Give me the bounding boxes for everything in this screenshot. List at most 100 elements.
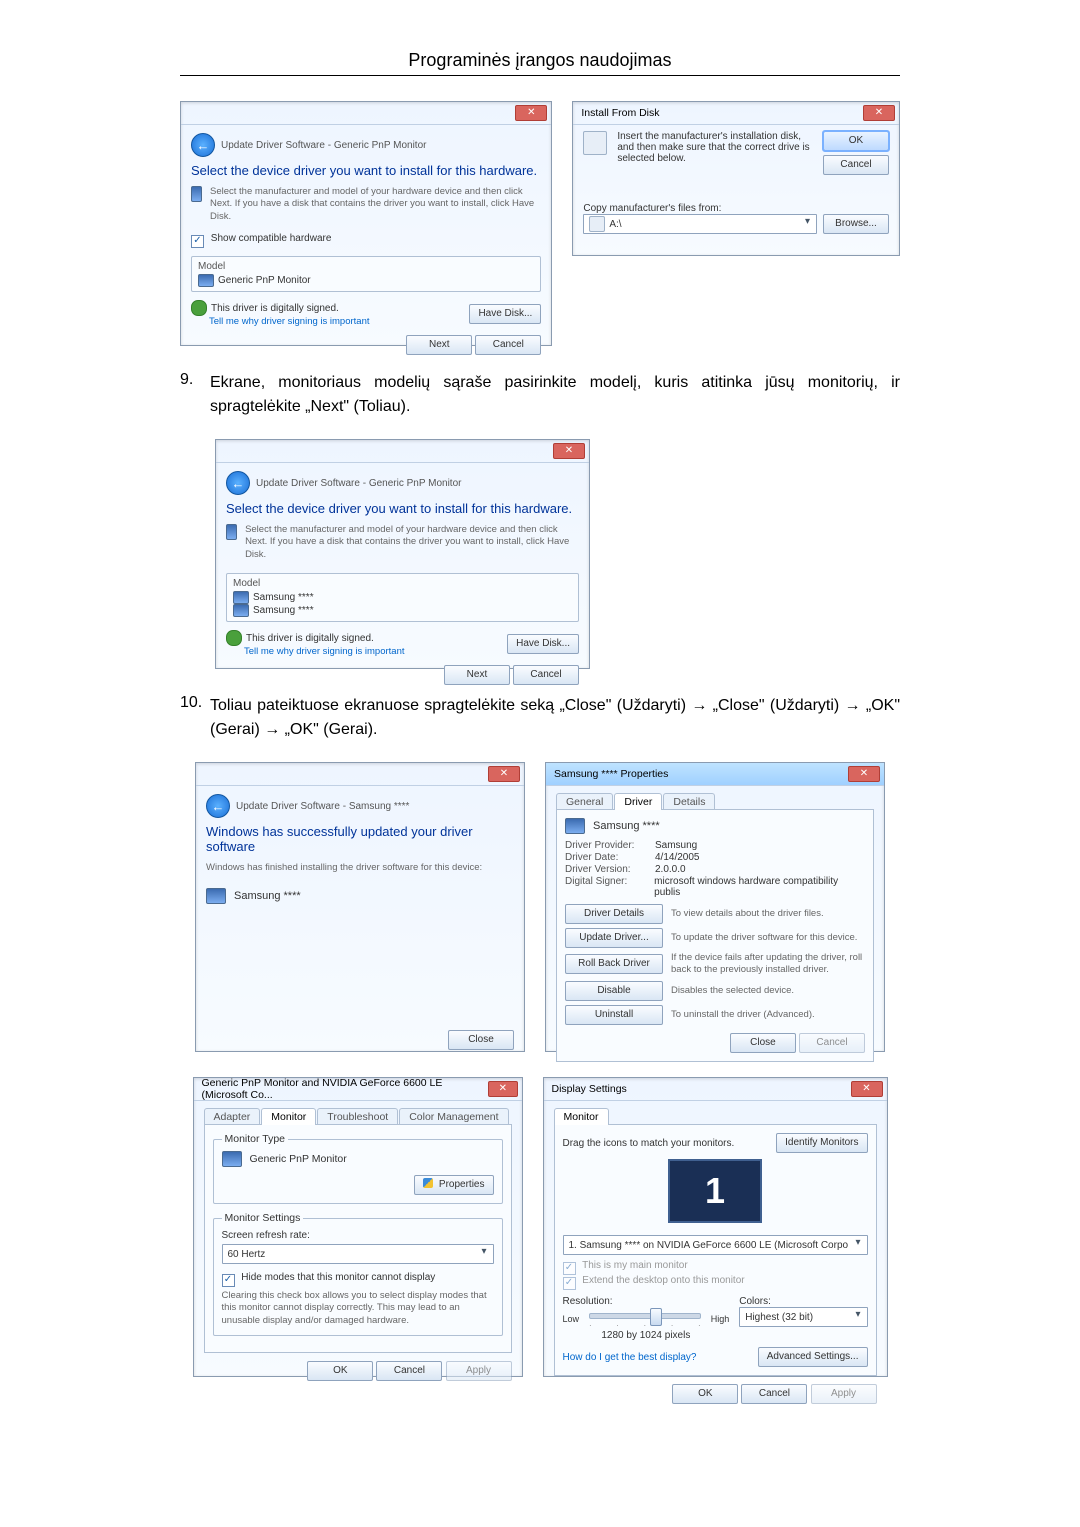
close-button[interactable]: Close [730,1033,796,1053]
screenshot-row-4: Generic PnP Monitor and NVIDIA GeForce 6… [180,1077,900,1377]
have-disk-button[interactable]: Have Disk... [469,304,541,324]
close-icon[interactable]: ✕ [553,443,585,459]
drive-icon [589,216,605,232]
cancel-button[interactable]: Cancel [475,335,541,355]
cancel-button[interactable]: Cancel [741,1384,807,1404]
back-arrow-icon[interactable]: ← [191,133,215,157]
driver-provider: Samsung [655,840,697,851]
identify-monitors-button[interactable]: Identify Monitors [776,1133,867,1153]
advanced-settings-button[interactable]: Advanced Settings... [758,1347,868,1367]
tab-monitor[interactable]: Monitor [261,1108,316,1125]
tab-monitor[interactable]: Monitor [554,1108,609,1125]
close-button[interactable]: Close [448,1030,514,1050]
path-input[interactable]: A:\ [583,214,817,234]
driver-date: 4/14/2005 [655,852,700,863]
dialog-monitor-properties: Generic PnP Monitor and NVIDIA GeForce 6… [193,1077,523,1377]
checkbox-show-compatible[interactable] [191,235,204,248]
label-extend-desktop: Extend the desktop onto this monitor [582,1275,744,1286]
monitor-icon [206,888,226,904]
dialog-title: Samsung **** Properties [554,768,668,780]
monitor-preview-icon[interactable]: 1 [668,1159,762,1223]
wizard-subtext: Select the manufacturer and model of you… [210,186,541,223]
instruction-step-10: 10. Toliau pateiktuose ekranuose spragte… [180,694,900,742]
drag-instruction: Drag the icons to match your monitors. [563,1138,735,1149]
monitor-icon [226,524,237,540]
dialog-title: Install From Disk [581,107,659,119]
screenshot-row-3: ✕ ← Update Driver Software - Samsung ***… [180,762,900,1052]
tab-color-management[interactable]: Color Management [399,1108,508,1125]
close-icon[interactable]: ✕ [488,1081,517,1097]
close-icon[interactable]: ✕ [515,105,547,121]
label-refresh-rate: Screen refresh rate: [222,1230,494,1241]
wizard-heading: Windows has successfully updated your dr… [206,824,514,854]
close-icon[interactable]: ✕ [488,766,520,782]
ok-button[interactable]: OK [672,1384,738,1404]
close-icon[interactable]: ✕ [863,105,895,121]
cancel-button[interactable]: Cancel [823,155,889,175]
rollback-driver-button[interactable]: Roll Back Driver [565,954,663,974]
ok-button[interactable]: OK [307,1361,373,1381]
monitor-icon [191,186,202,202]
install-disk-instructions: Insert the manufacturer's installation d… [617,131,813,175]
apply-button: Apply [446,1361,512,1381]
monitor-icon [565,818,585,834]
cancel-button[interactable]: Cancel [376,1361,442,1381]
link-best-display[interactable]: How do I get the best display? [563,1352,697,1363]
properties-button[interactable]: Properties [414,1175,493,1195]
dialog-updated-successfully: ✕ ← Update Driver Software - Samsung ***… [195,762,525,1052]
browse-button[interactable]: Browse... [823,214,889,234]
dialog-update-driver-1: ✕ ← Update Driver Software - Generic PnP… [180,101,552,346]
dialog-title: Display Settings [552,1083,627,1095]
uninstall-button[interactable]: Uninstall [565,1005,663,1025]
ok-button[interactable]: OK [823,131,889,151]
refresh-rate-dropdown[interactable]: 60 Hertz [222,1244,494,1264]
cancel-button: Cancel [799,1033,865,1053]
update-driver-button[interactable]: Update Driver... [565,928,663,948]
screenshot-row-1: ✕ ← Update Driver Software - Generic PnP… [180,101,900,346]
model-list-item[interactable]: Samsung **** [253,592,314,603]
monitor-icon [233,604,249,617]
label-main-monitor: This is my main monitor [582,1260,688,1271]
label-resolution: Resolution: [563,1296,730,1307]
back-arrow-icon[interactable]: ← [226,471,250,495]
rollback-driver-desc: If the device fails after updating the d… [671,952,865,977]
close-icon[interactable]: ✕ [848,766,880,782]
have-disk-button[interactable]: Have Disk... [507,634,579,654]
screenshot-row-2: ✕ ← Update Driver Software - Generic PnP… [180,439,900,669]
monitor-select-dropdown[interactable]: 1. Samsung **** on NVIDIA GeForce 6600 L… [563,1235,868,1255]
hide-modes-description: Clearing this check box allows you to se… [222,1290,494,1327]
checkbox-main-monitor [563,1262,576,1275]
label-hide-modes: Hide modes that this monitor cannot disp… [241,1272,435,1283]
refresh-rate-value: 60 Hertz [228,1249,266,1260]
wizard-heading: Select the device driver you want to ins… [226,501,579,516]
path-value: A:\ [609,219,621,230]
driver-details-button[interactable]: Driver Details [565,904,663,924]
tab-troubleshoot[interactable]: Troubleshoot [317,1108,398,1125]
model-list-item[interactable]: Generic PnP Monitor [218,275,311,286]
next-button[interactable]: Next [444,665,510,685]
monitor-icon [198,274,214,287]
next-button[interactable]: Next [406,335,472,355]
back-arrow-icon[interactable]: ← [206,794,230,818]
model-list-item[interactable]: Samsung **** [253,605,314,616]
tab-adapter[interactable]: Adapter [204,1108,261,1125]
tab-general[interactable]: General [556,793,613,810]
resolution-slider[interactable] [589,1313,701,1319]
shield-icon [191,300,207,316]
breadcrumb-text: Update Driver Software - Samsung **** [236,801,409,812]
tab-details[interactable]: Details [663,793,715,810]
apply-button: Apply [811,1384,877,1404]
checkbox-hide-modes[interactable] [222,1274,235,1287]
disk-icon [583,131,607,155]
close-icon[interactable]: ✕ [851,1081,883,1097]
link-why-signing[interactable]: Tell me why driver signing is important [244,646,405,657]
dialog-update-driver-2: ✕ ← Update Driver Software - Generic PnP… [215,439,590,669]
cancel-button[interactable]: Cancel [513,665,579,685]
wizard-heading: Select the device driver you want to ins… [191,163,541,178]
step-number: 9. [180,371,210,419]
colors-dropdown[interactable]: Highest (32 bit) [739,1307,867,1327]
tab-driver[interactable]: Driver [614,793,662,810]
device-name: Samsung **** [234,890,301,902]
disable-button[interactable]: Disable [565,981,663,1001]
link-why-signing[interactable]: Tell me why driver signing is important [209,316,370,327]
